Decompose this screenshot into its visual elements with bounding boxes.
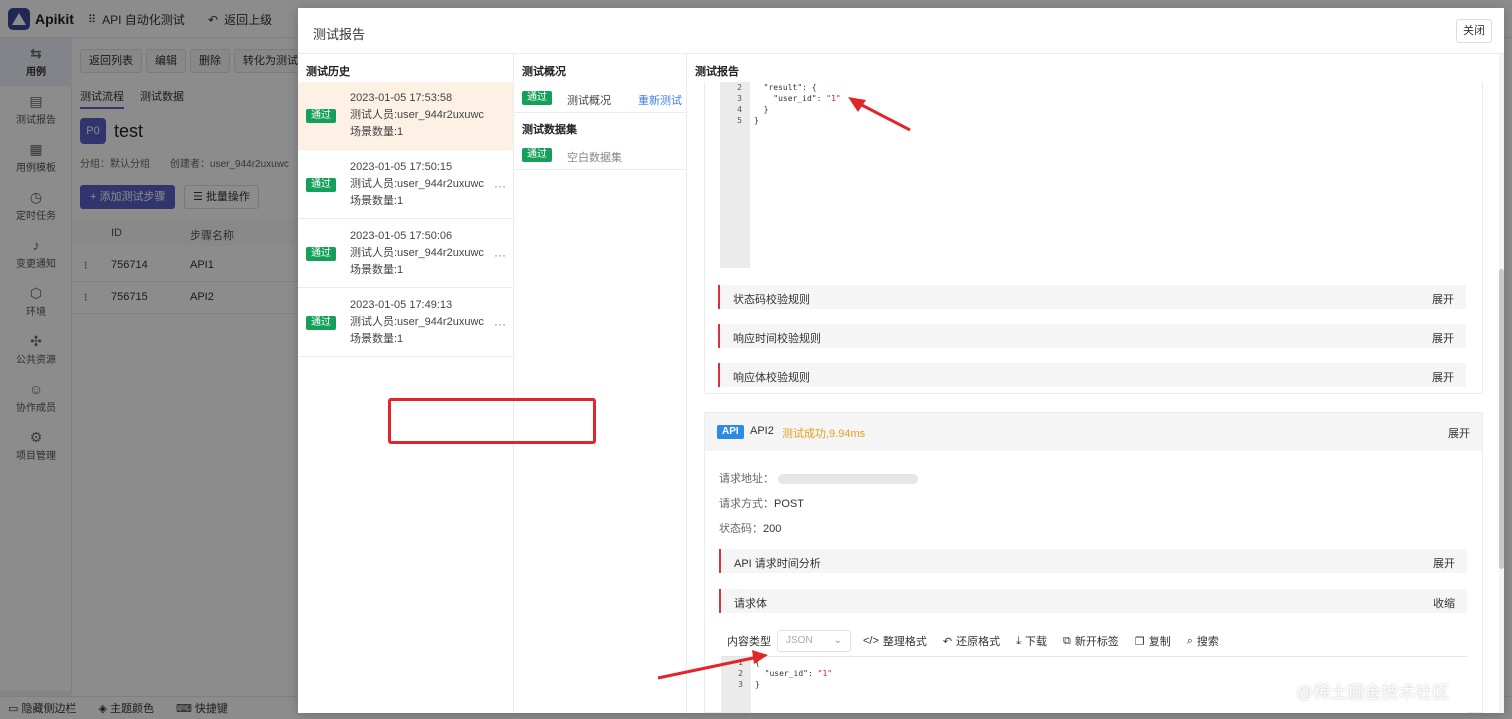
- arrow-annotation-top: [848, 97, 911, 132]
- watermark: @稀土掘金技术社区: [1296, 683, 1450, 702]
- arrow-annotation-bottom: [657, 650, 768, 680]
- annotation-arrows: [657, 97, 911, 680]
